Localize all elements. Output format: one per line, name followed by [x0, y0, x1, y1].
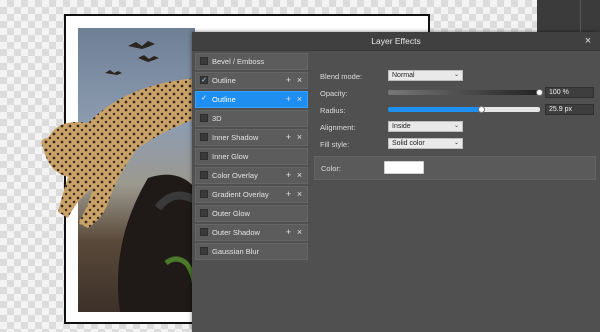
effects-list: Bevel / Emboss ✓ Outline + × ✓ Outline + × 3D Inne… [195, 53, 308, 288]
effect-item[interactable]: Inner Glow [195, 148, 308, 165]
effect-checkbox[interactable]: ✓ [200, 76, 208, 84]
effect-item[interactable]: Gradient Overlay + × [195, 186, 308, 203]
alignment-select[interactable]: Inside ⌄ [388, 121, 463, 132]
panel-divider [580, 0, 581, 36]
effect-label: Inner Shadow [212, 133, 259, 142]
effect-item[interactable]: Gaussian Blur [195, 243, 308, 260]
blend-mode-label: Blend mode: [320, 72, 363, 81]
effect-checkbox[interactable] [200, 190, 208, 198]
radius-value-field[interactable]: 25.9 px [545, 104, 594, 115]
effect-checkbox[interactable] [200, 133, 208, 141]
effect-label: Outer Glow [212, 209, 250, 218]
add-icon[interactable]: + [284, 187, 293, 202]
delete-icon[interactable]: × [295, 73, 304, 88]
delete-icon[interactable]: × [295, 187, 304, 202]
effect-label: Bevel / Emboss [212, 57, 265, 66]
delete-icon[interactable]: × [295, 168, 304, 183]
effect-label: Inner Glow [212, 152, 249, 161]
alignment-label: Alignment: [320, 123, 356, 132]
effect-checkbox[interactable] [200, 247, 208, 255]
fill-style-value: Solid color [392, 140, 425, 147]
chevron-down-icon: ⌄ [453, 140, 459, 146]
add-icon[interactable]: + [284, 168, 293, 183]
radius-slider[interactable] [388, 107, 540, 112]
effect-settings: Blend mode: Normal ⌄ Opacity: 100 % Radi… [312, 53, 597, 328]
effect-label: 3D [212, 114, 222, 123]
delete-icon[interactable]: × [295, 92, 304, 107]
opacity-label: Opacity: [320, 89, 348, 98]
opacity-value-field[interactable]: 100 % [545, 87, 594, 98]
effect-checkbox[interactable] [200, 209, 208, 217]
opacity-slider-thumb[interactable] [536, 89, 543, 96]
add-icon[interactable]: + [284, 92, 293, 107]
effect-label: Outline [212, 95, 236, 104]
radius-label: Radius: [320, 106, 346, 115]
leopard-image [41, 78, 198, 228]
dialog-titlebar[interactable]: Layer Effects × [192, 32, 600, 51]
effect-label: Gaussian Blur [212, 247, 260, 256]
effect-checkbox[interactable] [200, 114, 208, 122]
blend-mode-select[interactable]: Normal ⌄ [388, 70, 463, 81]
effect-label: Color Overlay [212, 171, 258, 180]
effect-item[interactable]: Bevel / Emboss [195, 53, 308, 70]
effect-checkbox[interactable] [200, 228, 208, 236]
effect-item[interactable]: 3D [195, 110, 308, 127]
effect-label: Gradient Overlay [212, 190, 269, 199]
fill-style-select[interactable]: Solid color ⌄ [388, 138, 463, 149]
close-icon[interactable]: × [582, 32, 594, 50]
chevron-down-icon: ⌄ [453, 123, 459, 129]
effect-item[interactable]: Outer Shadow + × [195, 224, 308, 241]
color-label: Color: [321, 164, 342, 173]
chevron-down-icon: ⌄ [453, 72, 459, 78]
effect-checkbox[interactable] [200, 171, 208, 179]
effect-label: Outline [212, 76, 236, 85]
effect-item[interactable]: Outer Glow [195, 205, 308, 222]
alignment-value: Inside [392, 123, 411, 130]
effect-checkbox[interactable] [200, 152, 208, 160]
dialog-title: Layer Effects [371, 36, 421, 46]
color-swatch[interactable] [384, 161, 424, 174]
color-row: Color: [314, 156, 596, 180]
blend-mode-value: Normal [392, 72, 415, 79]
effect-label: Outer Shadow [212, 228, 260, 237]
effect-checkbox[interactable]: ✓ [200, 95, 208, 103]
opacity-slider[interactable] [388, 90, 540, 95]
add-icon[interactable]: + [284, 130, 293, 145]
effect-item[interactable]: Color Overlay + × [195, 167, 308, 184]
delete-icon[interactable]: × [295, 225, 304, 240]
add-icon[interactable]: + [284, 73, 293, 88]
fill-style-label: Fill style: [320, 140, 350, 149]
effect-item[interactable]: ✓ Outline + × [195, 91, 308, 108]
right-panel-strip [537, 0, 600, 36]
effect-item[interactable]: Inner Shadow + × [195, 129, 308, 146]
effect-item[interactable]: ✓ Outline + × [195, 72, 308, 89]
add-icon[interactable]: + [284, 225, 293, 240]
delete-icon[interactable]: × [295, 130, 304, 145]
effect-checkbox[interactable] [200, 57, 208, 65]
layer-effects-dialog: Layer Effects × Bevel / Emboss ✓ Outline + ×… [192, 32, 600, 332]
